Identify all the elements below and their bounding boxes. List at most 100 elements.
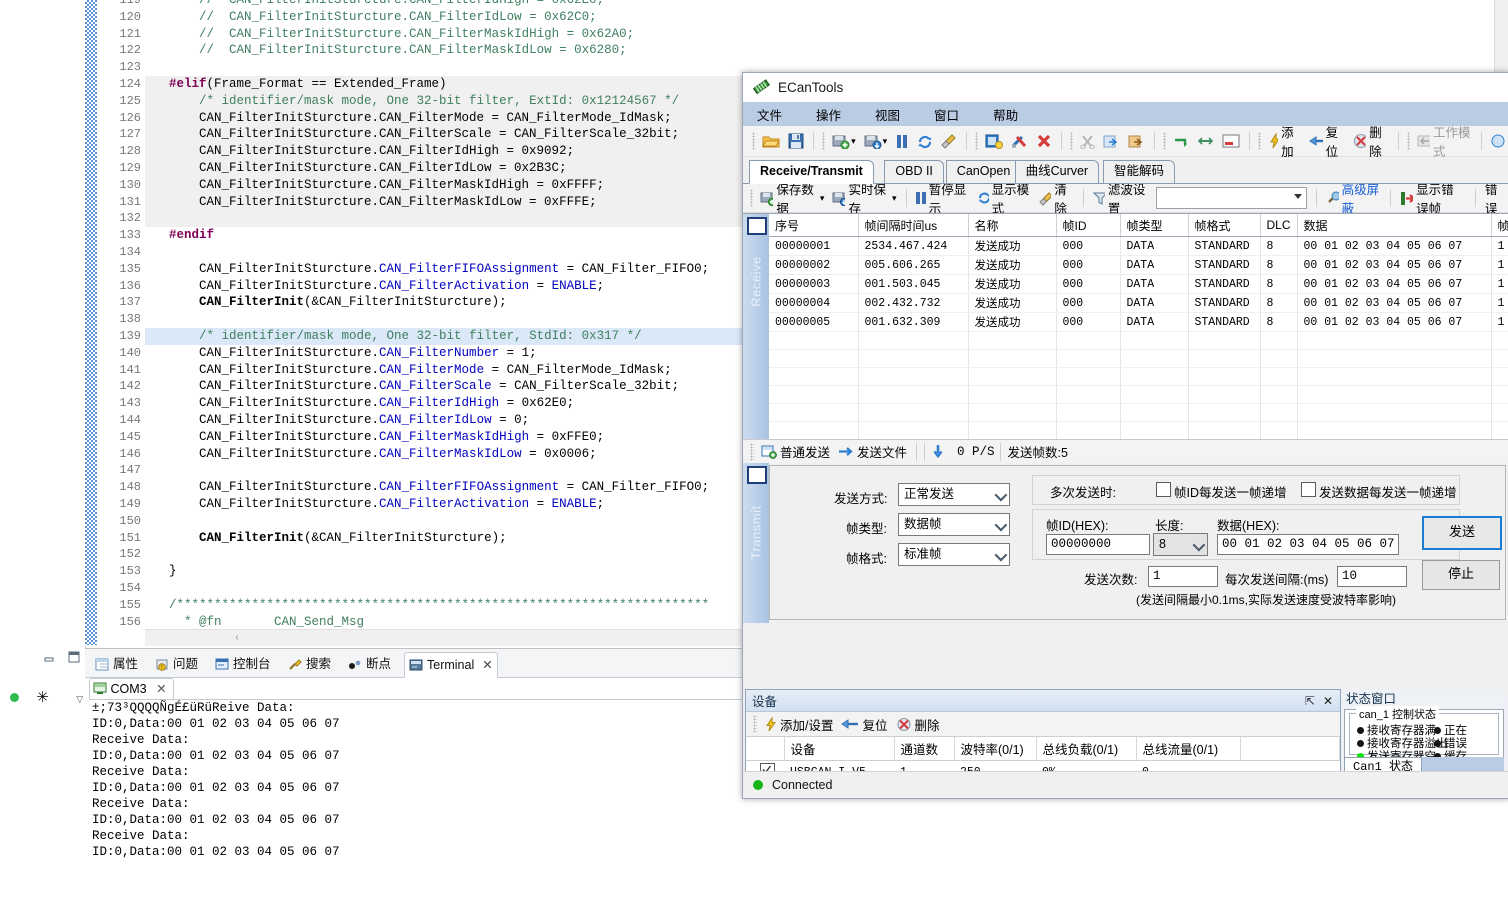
frame-type-select[interactable]: 数据帧 <box>898 513 1010 536</box>
device-delete-button[interactable]: 删除 <box>893 712 943 736</box>
tab-智能解码[interactable]: 智能解码 <box>1103 160 1175 183</box>
receive-col-header[interactable]: 帧格式 <box>1188 214 1260 237</box>
add-device-button[interactable]: 添加 <box>1265 129 1304 153</box>
reset-device-button[interactable]: 复位 <box>1306 129 1348 153</box>
receive-panel[interactable]: Receive 序号帧间隔时间us名称帧ID帧类型帧格式DLC数据帧数量 000… <box>743 213 1508 439</box>
clear-broom-button[interactable] <box>938 129 960 153</box>
bottom-tab-搜索[interactable]: 搜索 <box>284 652 335 676</box>
close-icon[interactable]: ✕ <box>156 682 166 696</box>
code-line[interactable]: // CAN_FilterInitSturcture.CAN_FilterMas… <box>145 26 1508 43</box>
bottom-tab-问题[interactable]: !问题 <box>151 652 202 676</box>
open-file-button[interactable] <box>982 129 1006 153</box>
minimize-icon[interactable] <box>42 650 56 664</box>
terminal-tab-com3[interactable]: COM3 ✕ <box>89 678 174 700</box>
show-error-frame-button[interactable]: 显示错误帧 <box>1397 186 1469 210</box>
realtime-save-dropdown-button[interactable]: ▾ <box>861 129 891 153</box>
toolbar-grip[interactable] <box>752 132 755 150</box>
transmit-enable-checkbox[interactable] <box>747 466 767 484</box>
menu-item-文件[interactable]: 文件 <box>757 105 782 124</box>
menu-item-帮助[interactable]: 帮助 <box>993 105 1018 124</box>
filter-combo[interactable] <box>1156 187 1307 209</box>
receive-col-header[interactable]: DLC <box>1260 214 1297 237</box>
device-add-settings-button[interactable]: 添加/设置 <box>761 712 836 736</box>
device-col-header[interactable]: 总线负载(0/1) <box>1036 737 1136 761</box>
tab-OBD-II[interactable]: OBD II <box>884 160 944 183</box>
delete-device-button[interactable]: 删除 <box>1350 129 1392 153</box>
status-window-panel[interactable]: 状态窗口 can_1 控制状态 接收寄存器满接收寄存器溢出发送寄存器空发送结束正… <box>1341 689 1507 779</box>
device-col-header[interactable]: 通道数 <box>894 737 954 761</box>
display-mode-button[interactable]: 显示模式 <box>974 186 1035 210</box>
table-row[interactable]: 00000002005.606.265发送成功000DATASTANDARD80… <box>769 256 1508 275</box>
code-line[interactable]: // CAN_FilterInitSturcture.CAN_FilterIdH… <box>145 0 1508 9</box>
tab-CanOpen[interactable]: CanOpen <box>946 160 1022 183</box>
extra-toolbar-button[interactable] <box>1488 129 1508 153</box>
send-file-button[interactable]: 发送文件 <box>835 440 910 464</box>
close-icon[interactable]: ✕ <box>482 658 492 672</box>
stop-button[interactable]: 停止 <box>1422 560 1500 590</box>
tab-Receive-Transmit[interactable]: Receive/Transmit <box>749 160 874 184</box>
save-data-button[interactable]: 保存数据 ▾ <box>757 186 827 210</box>
send-button[interactable]: 发送 <box>1422 516 1502 550</box>
bottom-tab-terminal[interactable]: Terminal✕ <box>404 652 498 678</box>
data-increment-checkbox[interactable] <box>1301 482 1316 497</box>
loop-button[interactable] <box>1170 129 1192 153</box>
interval-input[interactable]: 10 <box>1337 566 1407 587</box>
table-row[interactable]: 00000005001.632.309发送成功000DATASTANDARD80… <box>769 313 1508 332</box>
device-col-header[interactable]: 设备 <box>784 737 894 761</box>
bottom-tab-断点[interactable]: 断点 <box>344 652 395 676</box>
frame-id-increment-checkbox[interactable] <box>1156 482 1171 497</box>
send-count-input[interactable]: 1 <box>1148 566 1218 587</box>
ecantools-menubar[interactable]: 文件 操作 视图 窗口 帮助 <box>743 102 1508 126</box>
pin-icon[interactable]: ⇱ <box>1305 694 1315 708</box>
transmit-form[interactable]: 发送方式: 正常发送 帧类型: 数据帧 帧格式: 标准帧 多次发送时: 帧ID每… <box>769 465 1506 620</box>
realtime-save-button[interactable]: 实时保存 ▾ <box>829 186 899 210</box>
save-data-dropdown-button[interactable]: ▾ <box>829 129 859 153</box>
error-button[interactable]: 错误 <box>1482 186 1508 210</box>
length-select[interactable]: 8 <box>1153 533 1208 556</box>
receive-col-header[interactable]: 名称 <box>968 214 1056 237</box>
receive-enable-checkbox[interactable] <box>747 217 767 235</box>
save-disk-button[interactable] <box>785 129 807 153</box>
menu-item-操作[interactable]: 操作 <box>816 105 841 124</box>
import-button[interactable] <box>1100 129 1123 153</box>
code-line[interactable]: // CAN_FilterInitSturcture.CAN_FilterIdL… <box>145 9 1508 26</box>
frame-format-select[interactable]: 标准帧 <box>898 543 1010 566</box>
bottom-tab-控制台[interactable]: 控制台 <box>211 652 275 676</box>
frame-id-input[interactable]: 00000000 <box>1046 534 1150 555</box>
link-button[interactable] <box>1194 129 1217 153</box>
menu-item-窗口[interactable]: 窗口 <box>934 105 959 124</box>
window-button[interactable] <box>1219 129 1243 153</box>
send-mode-select[interactable]: 正常发送 <box>898 483 1010 506</box>
bottom-tab-属性[interactable]: 属性 <box>91 652 142 676</box>
terminal-tabbar[interactable]: COM3 ✕ <box>89 678 174 700</box>
receive-col-header[interactable]: 帧ID <box>1056 214 1120 237</box>
view-controls[interactable] <box>34 650 81 667</box>
chevron-down-icon[interactable]: ▾ <box>892 193 897 204</box>
filter-settings-button[interactable]: 滤波设置 <box>1090 186 1151 210</box>
ecantools-tabbar[interactable]: Receive/Transmit OBD IICanOpen曲线Curver智能解… <box>743 157 1508 184</box>
chevron-down-icon[interactable]: ▾ <box>820 193 825 204</box>
down-arrow-icon[interactable] <box>928 440 948 464</box>
receive-col-header[interactable]: 帧类型 <box>1120 214 1188 237</box>
table-row[interactable]: 00000003001.503.045发送成功000DATASTANDARD80… <box>769 275 1508 294</box>
normal-send-button[interactable]: 普通发送 <box>758 440 833 464</box>
tab-曲线Curver[interactable]: 曲线Curver <box>1015 160 1100 183</box>
device-panel[interactable]: 设备 ⇱ ✕ 添加/设置 复位 删除 设备通道数波特率(0/1)总线负载(0/1… <box>745 689 1341 781</box>
tools-button[interactable] <box>1008 129 1031 153</box>
export-button[interactable] <box>1125 129 1148 153</box>
delete-x-button[interactable] <box>1033 129 1055 153</box>
clear-button[interactable]: 清除 <box>1036 186 1077 210</box>
ecantools-main-toolbar[interactable]: ▾ ▾ <box>743 126 1508 157</box>
receive-col-header[interactable]: 帧数量 <box>1491 214 1508 237</box>
receive-col-header[interactable]: 帧间隔时间us <box>858 214 968 237</box>
device-col-header[interactable]: 总线流量(0/1) <box>1136 737 1240 761</box>
receive-col-header[interactable]: 数据 <box>1297 214 1491 237</box>
transmit-toolbar[interactable]: 普通发送 发送文件 0 P/S 发送帧数:5 <box>743 439 1508 463</box>
receive-col-header[interactable]: 序号 <box>769 214 858 237</box>
data-hex-input[interactable]: 00 01 02 03 04 05 06 07 <box>1217 534 1399 555</box>
table-row[interactable]: 000000012534.467.424发送成功000DATASTANDARD8… <box>769 237 1508 256</box>
device-reset-button[interactable]: 复位 <box>838 712 890 736</box>
transmit-panel[interactable]: Transmit 发送方式: 正常发送 帧类型: 数据帧 帧格式: 标准帧 多次… <box>743 463 1508 623</box>
scroll-left-icon[interactable]: ‹ <box>230 631 244 645</box>
menu-item-视图[interactable]: 视图 <box>875 105 900 124</box>
